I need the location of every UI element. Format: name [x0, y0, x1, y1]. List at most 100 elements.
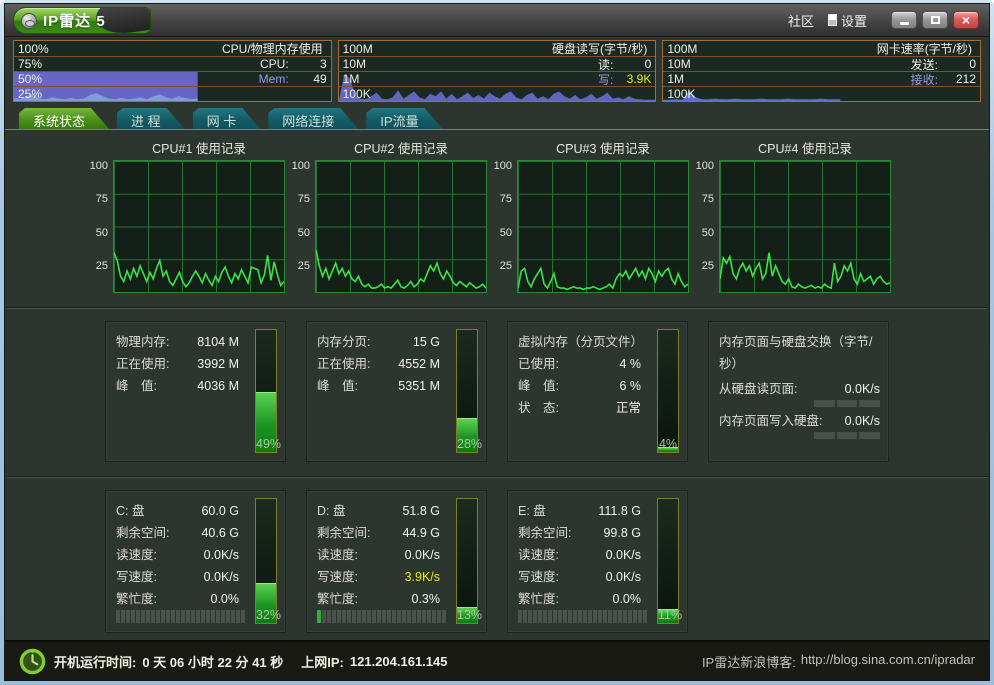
y-axis-tick: 25 — [500, 260, 512, 272]
disk-c-panel: C: 盘60.0 G剩余空间:40.6 G读速度:0.0K/s写速度:0.0K/… — [105, 490, 286, 633]
info-label: 峰 值: — [116, 375, 157, 397]
busy-segment — [206, 610, 210, 623]
info-value: 8104 M — [197, 331, 239, 353]
cpu-chart-3: CPU#3 使用记录100755025 — [493, 138, 689, 293]
info-value: 4552 M — [398, 353, 440, 375]
cpu-chart-2: CPU#2 使用记录100755025 — [291, 138, 487, 293]
usage-vertical-bar: 13% — [456, 498, 478, 624]
info-label: 读速度: — [317, 544, 358, 566]
meter-row: 100K — [339, 86, 656, 101]
busy-segment — [407, 610, 411, 623]
meter-line-value: 0 — [617, 57, 651, 71]
status-bar: 开机运行时间: 0 天 06 小时 22 分 41 秒 上网IP: 121.20… — [5, 640, 989, 680]
y-axis-tick: 100 — [494, 160, 512, 172]
info-value: 40.6 G — [201, 522, 239, 544]
y-axis-tick: 100 — [292, 160, 310, 172]
busy-segment — [392, 610, 396, 623]
cpu-usage-line — [316, 250, 486, 288]
info-value: 0.0K/s — [405, 544, 440, 566]
busy-segment — [397, 610, 401, 623]
info-row: E: 盘111.8 G — [518, 500, 641, 522]
busy-segment — [211, 610, 215, 623]
app-title: IP雷达 5 — [43, 10, 106, 31]
settings-button[interactable]: 设置 — [828, 11, 867, 30]
busy-segment — [322, 610, 326, 623]
busy-segment — [171, 610, 175, 623]
tab-ip-traffic[interactable]: IP流量 — [366, 108, 442, 129]
disk-d-panel: D: 盘51.8 G剩余空间:44.9 G读速度:0.0K/s写速度:3.9K/… — [306, 490, 487, 633]
close-icon: × — [962, 13, 970, 27]
busy-segment — [432, 610, 436, 623]
info-row: 正在使用:3992 M — [116, 353, 239, 375]
internet-ip-label: 上网IP: — [301, 652, 344, 671]
info-row: 剩余空间: 40.6 G — [116, 522, 239, 544]
busy-segment — [121, 610, 125, 623]
top-meters-row: 100%CPU/物理内存使用75%CPU:350%Mem:4925% 100M硬… — [13, 40, 981, 102]
busy-segment — [146, 610, 150, 623]
info-label: 繁忙度: — [518, 588, 559, 610]
info-label: 繁忙度: — [317, 588, 358, 610]
minimize-button[interactable] — [891, 11, 917, 29]
busy-segment — [558, 610, 562, 623]
tab-connections[interactable]: 网络连接 — [268, 108, 358, 129]
disk-busy-bar — [116, 610, 245, 623]
info-label: 状 态: — [518, 397, 559, 419]
app-logo: IP雷达 5 — [13, 7, 151, 34]
disk-busy-bar — [518, 610, 647, 623]
busy-segment — [226, 610, 230, 623]
tab-network-card[interactable]: 网 卡 — [193, 108, 261, 129]
busy-segment — [643, 610, 647, 623]
uptime-value: 0 天 06 小时 22 分 41 秒 — [142, 652, 283, 671]
y-axis-labels: 100755025 — [89, 160, 113, 293]
busy-segment — [231, 610, 235, 623]
busy-segment — [241, 610, 245, 623]
meter-row: 10M读:0 — [339, 56, 656, 71]
info-value: 4036 M — [197, 375, 239, 397]
busy-segment — [608, 610, 612, 623]
info-label: C: 盘 — [116, 500, 144, 522]
tab-processes[interactable]: 进 程 — [117, 108, 185, 129]
info-value: 0.0K/s — [845, 411, 880, 431]
busy-segment — [553, 610, 557, 623]
meter-scale-label: 1M — [667, 72, 684, 86]
cpu-chart-plot — [517, 160, 689, 293]
info-label: 已使用: — [518, 353, 559, 375]
busy-segment — [141, 610, 145, 623]
meter-scale-label: 10M — [667, 57, 690, 71]
busy-segment — [518, 610, 522, 623]
close-button[interactable]: × — [953, 11, 979, 29]
busy-segment — [533, 610, 537, 623]
usage-bar-percent: 13% — [457, 608, 477, 622]
tab-system-status[interactable]: 系统状态 — [19, 108, 109, 129]
blog-url[interactable]: http://blog.sina.com.cn/ipradar — [801, 652, 975, 671]
info-row: 内存分页:15 G — [317, 331, 440, 353]
info-row: 写速度:0.0K/s — [518, 566, 641, 588]
busy-segment — [573, 610, 577, 623]
y-axis-tick: 25 — [96, 260, 108, 272]
info-label: 剩余空间: — [116, 522, 169, 544]
busy-segment — [442, 610, 446, 623]
panel-title: 内存页面与硬盘交换（字节/秒） — [719, 331, 880, 375]
community-button[interactable]: 社区 — [788, 11, 814, 30]
memory-paging-panel: 内存分页:15 G正在使用:4552 M峰 值:5351 M28% — [306, 321, 487, 462]
blog-label: IP雷达新浪博客: — [702, 652, 796, 671]
maximize-button[interactable] — [922, 11, 948, 29]
info-value: 5351 M — [398, 375, 440, 397]
info-label: 正在使用: — [317, 353, 370, 375]
y-axis-labels: 100755025 — [291, 160, 315, 293]
busy-segment — [568, 610, 572, 623]
network-meter: 100M网卡速率(字节/秒)10M发送:01M接收:212100K — [662, 40, 981, 102]
busy-segment — [382, 610, 386, 623]
info-row: 从硬盘读页面:0.0K/s — [719, 379, 880, 399]
meter-row: 1M写:3.9K — [339, 71, 656, 86]
meter-title: 硬盘读写(字节/秒) — [552, 40, 647, 57]
physical-memory-panel: 物理内存:8104 M正在使用:3992 M峰 值:4036 M49% — [105, 321, 286, 462]
minimize-icon — [900, 22, 909, 25]
meter-scale-label: 100K — [667, 87, 695, 101]
y-axis-tick: 25 — [702, 260, 714, 272]
y-axis-tick: 75 — [702, 193, 714, 205]
info-row: 剩余空间:99.8 G — [518, 522, 641, 544]
info-row: D: 盘51.8 G — [317, 500, 440, 522]
y-axis-tick: 75 — [500, 193, 512, 205]
usage-vertical-bar: 49% — [255, 329, 277, 453]
